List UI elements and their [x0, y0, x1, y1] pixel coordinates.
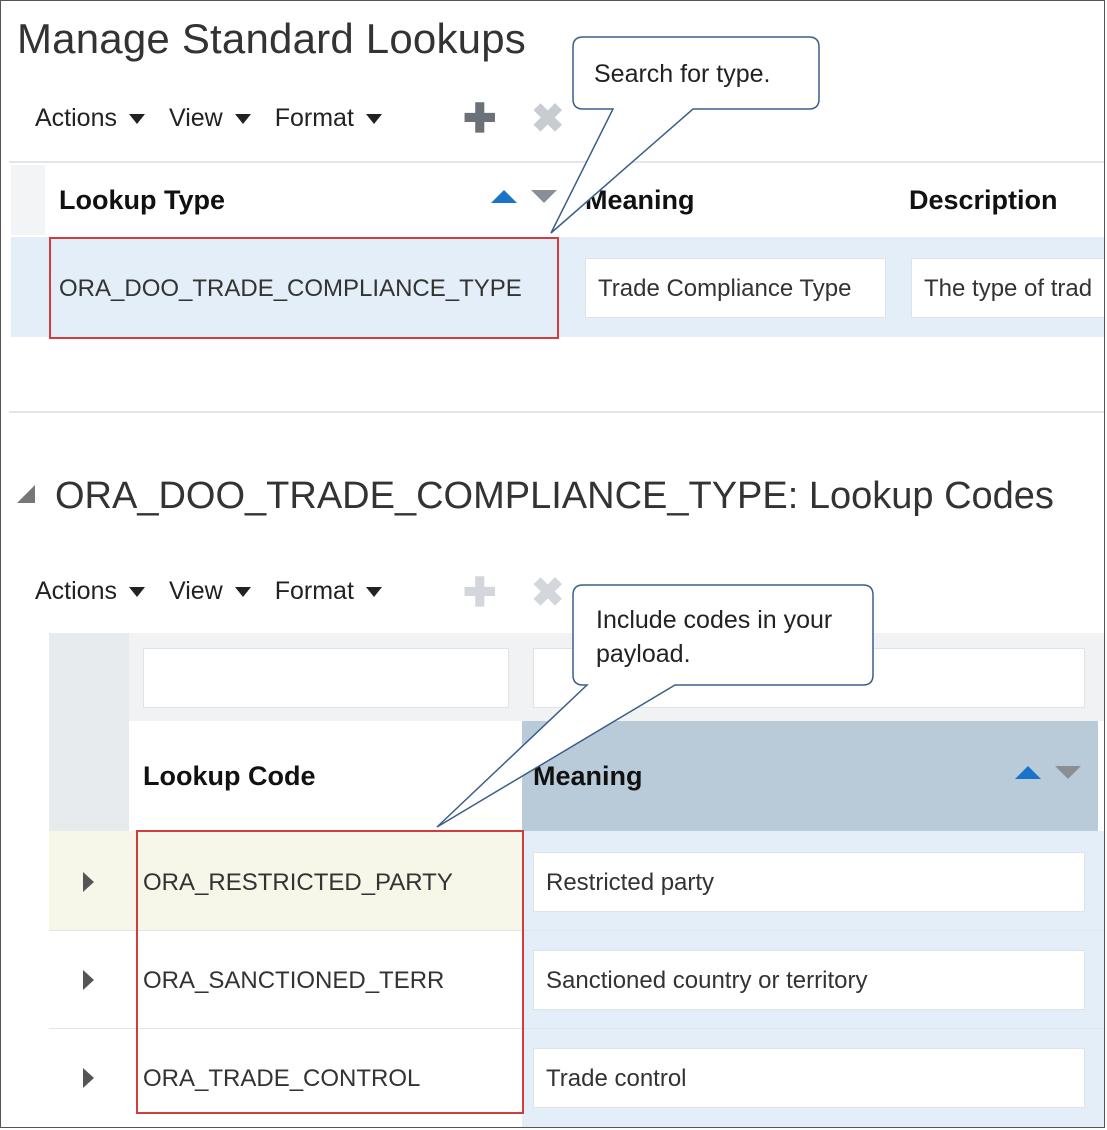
- callout-include-text: Include codes in your payload.: [596, 606, 833, 668]
- window: Manage Standard Lookups Actions View For…: [0, 0, 1105, 1128]
- meaning-value: Restricted party: [546, 869, 715, 896]
- expand-row-icon[interactable]: [83, 1068, 94, 1088]
- column-header-meaning[interactable]: Meaning: [533, 761, 643, 792]
- view-label: View: [168, 576, 223, 605]
- format-menu[interactable]: Format: [275, 577, 382, 606]
- delete-icon[interactable]: ✖: [531, 99, 565, 139]
- lookup-code-filter-input[interactable]: [143, 648, 509, 708]
- caret-down-icon: [128, 114, 145, 124]
- meaning-field[interactable]: Sanctioned country or territory: [533, 950, 1085, 1010]
- caret-down-icon: [365, 587, 382, 597]
- row-header-gutter: [11, 165, 45, 235]
- column-header-meaning[interactable]: Meaning: [585, 185, 695, 216]
- view-label: View: [168, 103, 223, 132]
- annotation-highlight-box: [49, 237, 559, 339]
- view-menu[interactable]: View: [169, 104, 251, 133]
- meaning-field[interactable]: Restricted party: [533, 852, 1085, 912]
- sort-descending-icon[interactable]: [531, 190, 557, 203]
- actions-label: Actions: [35, 103, 117, 132]
- annotation-highlight-box: [136, 830, 524, 1114]
- description-field[interactable]: The type of trad: [911, 258, 1104, 318]
- format-label: Format: [274, 576, 354, 605]
- caret-down-icon: [234, 114, 251, 124]
- delete-icon[interactable]: ✖: [531, 573, 565, 613]
- description-value: The type of trad: [924, 275, 1093, 302]
- format-menu[interactable]: Format: [275, 104, 382, 133]
- meaning-field[interactable]: Trade control: [533, 1048, 1085, 1108]
- column-header-lookup-code[interactable]: Lookup Code: [143, 761, 315, 792]
- actions-menu[interactable]: Actions: [35, 104, 145, 133]
- caret-down-icon: [128, 587, 145, 597]
- lookup-types-toolbar: Actions View Format: [35, 100, 406, 136]
- sort-descending-icon[interactable]: [1055, 766, 1081, 779]
- row-header-gutter: [49, 633, 129, 831]
- caret-down-icon: [234, 587, 251, 597]
- collapse-icon[interactable]: [17, 485, 35, 503]
- meaning-value: Trade control: [546, 1065, 687, 1092]
- meaning-field[interactable]: Trade Compliance Type: [585, 258, 886, 318]
- add-icon[interactable]: ✚: [463, 573, 497, 613]
- sort-ascending-icon[interactable]: [1015, 766, 1041, 779]
- caret-down-icon: [365, 114, 382, 124]
- actions-menu[interactable]: Actions: [35, 577, 145, 606]
- sort-ascending-icon[interactable]: [491, 190, 517, 203]
- divider: [9, 161, 1104, 163]
- column-header-lookup-type[interactable]: Lookup Type: [59, 185, 225, 216]
- expand-row-icon[interactable]: [83, 970, 94, 990]
- column-header-description[interactable]: Description: [909, 185, 1058, 216]
- format-label: Format: [274, 103, 354, 132]
- meaning-value: Trade Compliance Type: [598, 275, 852, 302]
- lookup-codes-section-title: ORA_DOO_TRADE_COMPLIANCE_TYPE: Lookup Co…: [55, 475, 1054, 517]
- divider: [9, 411, 1104, 413]
- callout-search-text: Search for type.: [594, 60, 771, 88]
- expand-row-icon[interactable]: [83, 872, 94, 892]
- actions-label: Actions: [35, 576, 117, 605]
- lookup-codes-toolbar: Actions View Format: [35, 573, 406, 609]
- page-title: Manage Standard Lookups: [17, 15, 526, 62]
- meaning-value: Sanctioned country or territory: [546, 967, 868, 994]
- add-icon[interactable]: ✚: [463, 99, 497, 139]
- view-menu[interactable]: View: [169, 577, 251, 606]
